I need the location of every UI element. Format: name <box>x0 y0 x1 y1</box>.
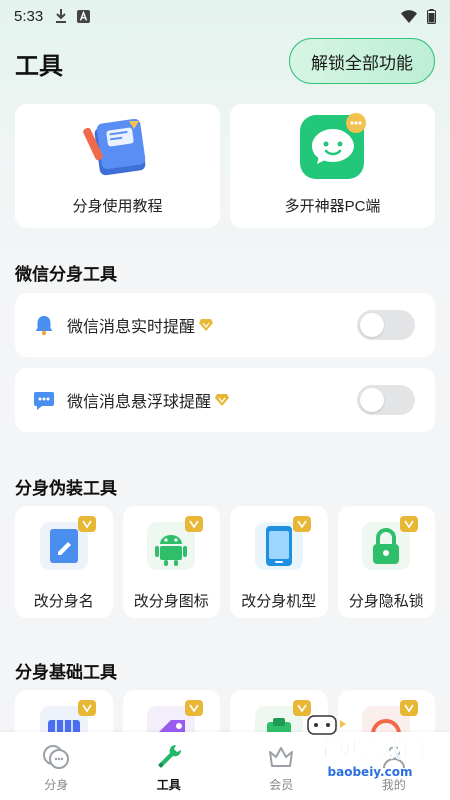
vip-badge-icon <box>185 700 204 716</box>
page-title: 工具 <box>15 53 63 80</box>
watermark-text: 宝贝游戏网 baobeiy.com <box>315 737 426 779</box>
tutorial-card[interactable]: 分身使用教程 <box>15 104 220 228</box>
floating-ball-reminder-row[interactable]: 微信消息悬浮球提醒 <box>15 368 435 432</box>
status-time: 5:33 <box>14 7 44 25</box>
unlock-all-button[interactable]: 解锁全部功能 <box>289 38 435 84</box>
bell-icon <box>35 316 53 336</box>
rename-clone-card[interactable]: 改分身名 <box>15 506 113 618</box>
rename-clone-label: 改分身名 <box>33 593 94 610</box>
svg-text:宝贝游戏网: 宝贝游戏网 <box>315 737 425 763</box>
floating-ball-reminder-toggle[interactable] <box>357 385 415 415</box>
change-model-card[interactable]: 改分身机型 <box>230 506 328 618</box>
chat-bubble-icon <box>299 113 366 179</box>
tab-clone-label: 分身 <box>44 778 69 792</box>
vip-badge-icon <box>77 700 96 716</box>
header: 工具 解锁全部功能 <box>0 38 450 84</box>
privacy-lock-label: 分身隐私锁 <box>348 593 424 610</box>
svg-text:baobeiy.com: baobeiy.com <box>328 765 413 779</box>
tutorial-card-label: 分身使用教程 <box>72 198 163 215</box>
tab-tools-label: 工具 <box>156 778 181 792</box>
floating-ball-reminder-label: 微信消息悬浮球提醒 <box>67 394 212 411</box>
tab-clone[interactable]: 分身 <box>0 732 113 800</box>
change-model-label: 改分身机型 <box>241 593 317 610</box>
pc-client-card-label: 多开神器PC端 <box>284 198 381 215</box>
top-cards: 分身使用教程 多开神器PC端 <box>15 104 435 228</box>
battery-icon <box>427 8 436 24</box>
realtime-reminder-row[interactable]: 微信消息实时提醒 <box>15 293 435 357</box>
vip-badge-icon <box>400 516 419 532</box>
wifi-icon <box>401 9 417 23</box>
disguise-section-title: 分身伪装工具 <box>15 479 117 498</box>
clone-chat-icon <box>43 745 70 769</box>
member-icon <box>269 747 294 767</box>
change-icon-label: 改分身图标 <box>133 593 209 610</box>
wrench-icon <box>157 744 181 768</box>
privacy-lock-card[interactable]: 分身隐私锁 <box>337 506 435 618</box>
tab-member-label: 会员 <box>269 778 294 792</box>
realtime-reminder-label: 微信消息实时提醒 <box>67 319 196 336</box>
basic-section-title: 分身基础工具 <box>15 663 117 682</box>
change-icon-card[interactable]: 改分身图标 <box>122 506 220 618</box>
status-bar: 5:33 <box>0 0 450 32</box>
wechat-section-title: 微信分身工具 <box>15 265 117 284</box>
tab-tools[interactable]: 工具 <box>113 732 226 800</box>
pc-client-card[interactable]: 多开神器PC端 <box>230 104 435 228</box>
disguise-tools-grid: 改分身名 改分身图标 改分身机型 分身隐私锁 <box>15 506 435 618</box>
toggle-knob <box>360 313 384 337</box>
vip-diamond-icon <box>199 319 214 331</box>
toggle-knob <box>360 388 384 412</box>
message-bubble-icon <box>34 392 54 410</box>
vip-badge-icon <box>77 516 96 532</box>
download-icon <box>56 9 67 23</box>
a-badge-icon <box>77 9 91 23</box>
vip-badge-icon <box>185 516 204 532</box>
book-icon <box>82 118 145 176</box>
vip-diamond-icon <box>215 394 230 406</box>
vip-badge-icon <box>292 516 311 532</box>
realtime-reminder-toggle[interactable] <box>357 310 415 340</box>
site-watermark-logo: 宝贝游戏网 baobeiy.com <box>307 715 426 779</box>
